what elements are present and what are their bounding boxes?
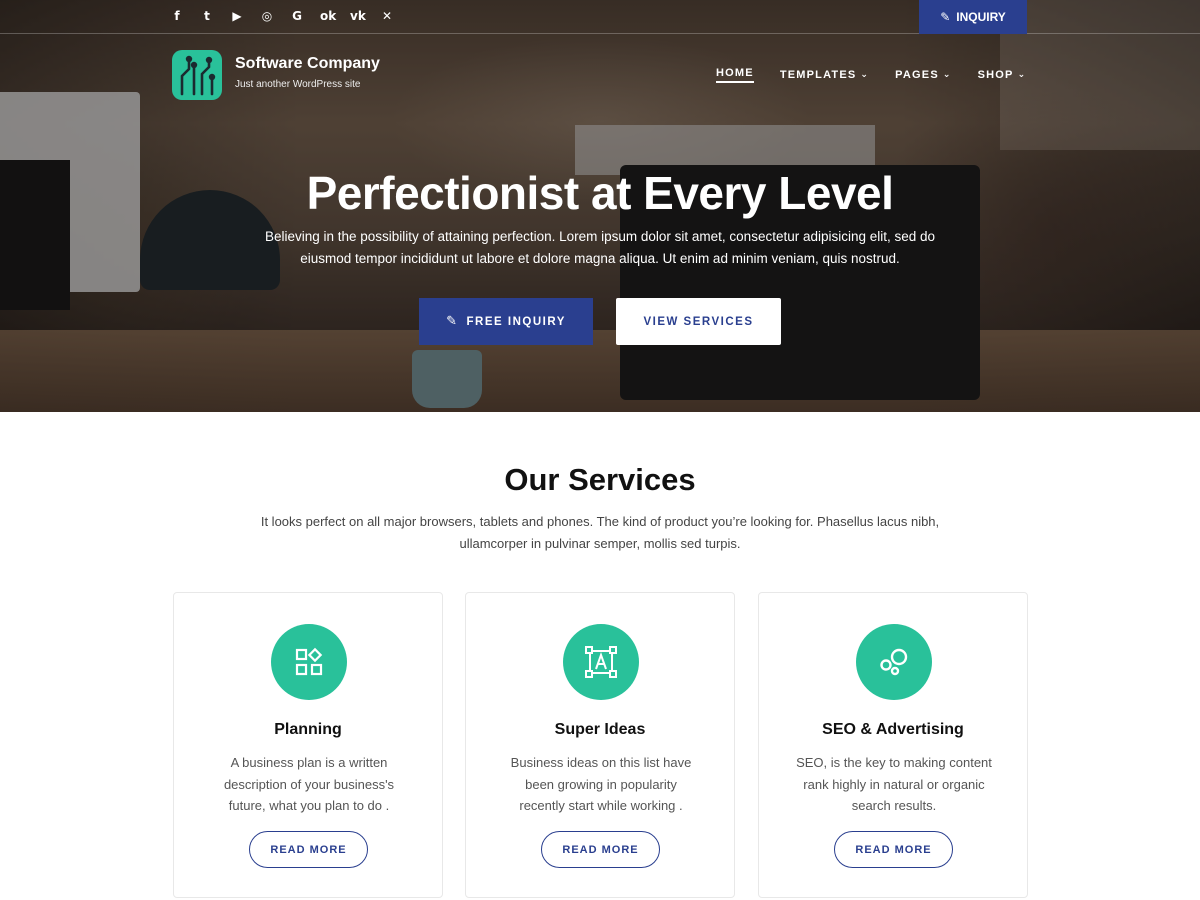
nav-item-label: PAGES xyxy=(895,69,939,81)
nav-item-label: TEMPLATES xyxy=(779,69,857,81)
nav-item-templates[interactable]: TEMPLATES ⌄ xyxy=(780,67,869,83)
service-card-text: SEO, is the key to making content rank h… xyxy=(796,755,992,813)
nav-item-label: HOME xyxy=(716,67,754,79)
service-card-seo-advertising: SEO & Advertising SEO, is the key to mak… xyxy=(758,592,1028,898)
service-card-text: Business ideas on this list have been gr… xyxy=(510,755,692,813)
seo-advertising-icon xyxy=(856,624,932,700)
nav-item-home[interactable]: HOME xyxy=(716,67,754,83)
service-card-title: SEO & Advertising xyxy=(822,721,964,738)
main-nav: HOME TEMPLATES ⌄ PAGES ⌄ SHOP ⌄ xyxy=(716,67,1052,83)
hero-subtitle: Believing in the possibility of attainin… xyxy=(264,229,936,266)
read-more-button[interactable]: READ MORE xyxy=(249,831,368,868)
free-inquiry-button[interactable]: ✎ FREE INQUIRY xyxy=(419,298,593,345)
edit-icon: ✎ xyxy=(446,314,459,329)
chevron-down-icon: ⌄ xyxy=(1017,70,1027,80)
odnoklassniki-icon[interactable]: ok xyxy=(320,8,336,24)
inquiry-button[interactable]: ✎ INQUIRY xyxy=(919,0,1027,34)
service-card-super-ideas: Super Ideas Business ideas on this list … xyxy=(465,592,735,898)
hero-title: Perfectionist at Every Level xyxy=(306,167,894,219)
hero-section: f t ▶ ◎ G ok vk ✕ ✎ INQUIRY Software Com… xyxy=(0,0,1200,412)
service-card-title: Super Ideas xyxy=(554,721,646,738)
nav-item-pages[interactable]: PAGES ⌄ xyxy=(895,67,951,83)
vk-icon[interactable]: vk xyxy=(350,8,366,24)
planning-icon xyxy=(271,624,347,700)
instagram-icon[interactable]: ◎ xyxy=(260,8,274,24)
service-card-title: Planning xyxy=(274,721,342,738)
edit-icon: ✎ xyxy=(940,10,951,24)
view-services-button[interactable]: VIEW SERVICES xyxy=(616,298,781,345)
social-links: f t ▶ ◎ G ok vk ✕ xyxy=(170,8,394,24)
nav-item-shop[interactable]: SHOP ⌄ xyxy=(978,67,1027,83)
read-more-label: READ MORE xyxy=(270,843,347,856)
facebook-icon[interactable]: f xyxy=(170,8,184,24)
xing-icon[interactable]: ✕ xyxy=(380,8,394,24)
top-bar: f t ▶ ◎ G ok vk ✕ ✎ INQUIRY xyxy=(0,0,1200,34)
read-more-button[interactable]: READ MORE xyxy=(834,831,953,868)
chevron-down-icon: ⌄ xyxy=(860,70,870,80)
circuit-logo-icon xyxy=(180,55,216,96)
chevron-down-icon: ⌄ xyxy=(942,70,952,80)
logo[interactable] xyxy=(172,50,222,100)
read-more-button[interactable]: READ MORE xyxy=(541,831,660,868)
super-ideas-icon xyxy=(563,624,639,700)
brand-name[interactable]: Software Company xyxy=(235,55,380,73)
services-title: Our Services xyxy=(504,462,696,497)
service-card-planning: Planning A business plan is a written de… xyxy=(173,592,443,898)
inquiry-button-label: INQUIRY xyxy=(956,10,1006,24)
youtube-icon[interactable]: ▶ xyxy=(230,8,244,24)
nav-item-label: SHOP xyxy=(977,69,1014,81)
brand-tagline: Just another WordPress site xyxy=(235,79,361,90)
services-subtitle: It looks perfect on all major browsers, … xyxy=(260,514,940,551)
twitter-icon[interactable]: t xyxy=(200,8,214,24)
read-more-label: READ MORE xyxy=(562,843,639,856)
view-services-label: VIEW SERVICES xyxy=(643,315,754,328)
brand: Software Company Just another WordPress … xyxy=(235,55,380,90)
service-card-text: A business plan is a written description… xyxy=(223,755,395,813)
free-inquiry-label: FREE INQUIRY xyxy=(466,315,566,328)
read-more-label: READ MORE xyxy=(855,843,932,856)
google-plus-icon[interactable]: G xyxy=(290,8,304,24)
